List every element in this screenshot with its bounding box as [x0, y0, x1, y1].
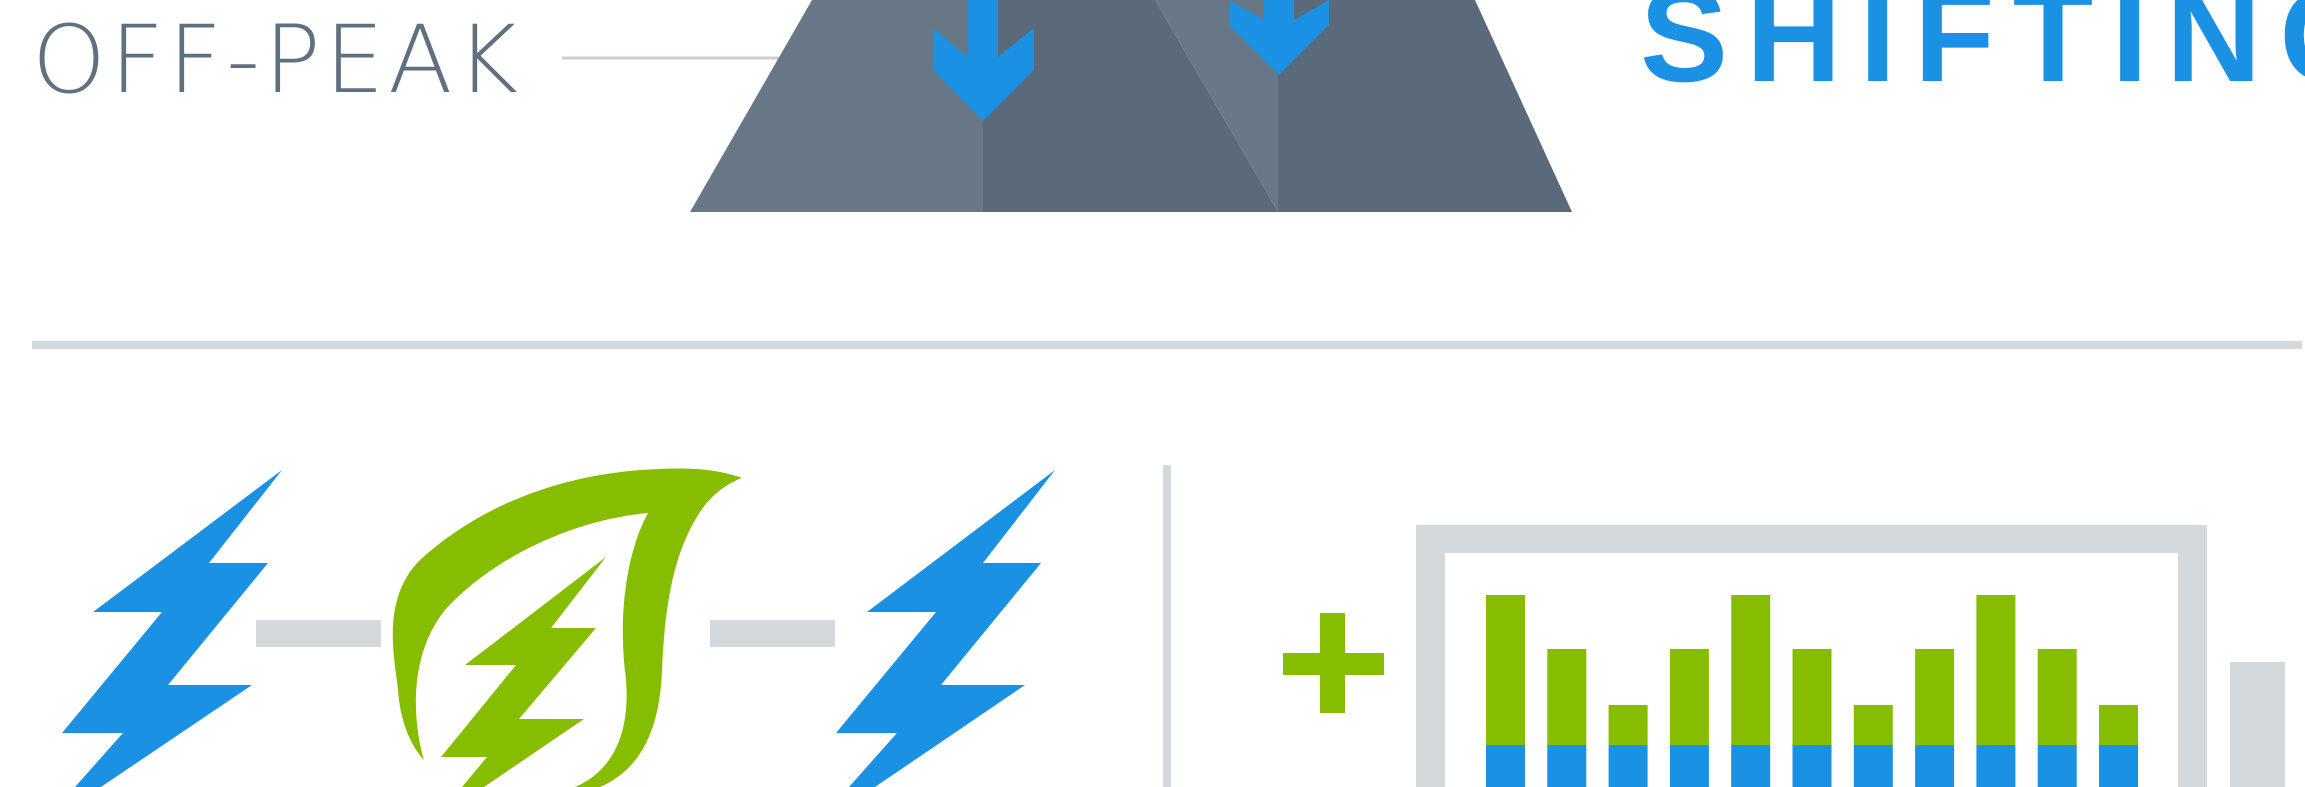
bar-green-segment: [1915, 649, 1955, 745]
bar-green-segment: [1792, 649, 1832, 745]
bar-blue-segment: [1547, 745, 1587, 787]
bar-blue-segment: [1792, 745, 1832, 787]
peak-mountains: [690, 0, 1572, 212]
bar-green-segment: [1731, 595, 1771, 745]
bar-green-segment: [1608, 705, 1648, 745]
bar-blue-segment: [2037, 745, 2077, 787]
bar-blue-segment: [2099, 745, 2138, 787]
bar-blue-segment: [1486, 745, 1525, 787]
bar-blue-segment: [1669, 745, 1709, 787]
connector-dash-right: [710, 620, 835, 647]
connector-dash-left: [256, 620, 381, 647]
leaf-lightning-icon: [392, 468, 742, 787]
bar-blue-segment: [1915, 745, 1955, 787]
bar-green-segment: [1976, 595, 2016, 745]
bar-green-segment: [2037, 649, 2077, 745]
side-block: [2230, 662, 2285, 787]
bar-green-segment: [1669, 649, 1709, 745]
bar-blue-segment: [1731, 745, 1771, 787]
lightning-bolt-icon: [62, 470, 282, 787]
bar-panel-frame: [1416, 525, 2285, 787]
bar-green-segment: [1853, 705, 1893, 745]
bar-blue-segment: [1608, 745, 1648, 787]
plus-icon: [1283, 613, 1384, 713]
bar-green-segment: [1547, 649, 1587, 745]
lightning-bolt-icon: [836, 470, 1055, 787]
bar-green-segment: [1486, 595, 1525, 745]
bar-blue-segment: [1853, 745, 1893, 787]
bar-green-segment: [2099, 705, 2138, 745]
bar-blue-segment: [1976, 745, 2016, 787]
diagram-canvas: [32, 0, 2302, 787]
